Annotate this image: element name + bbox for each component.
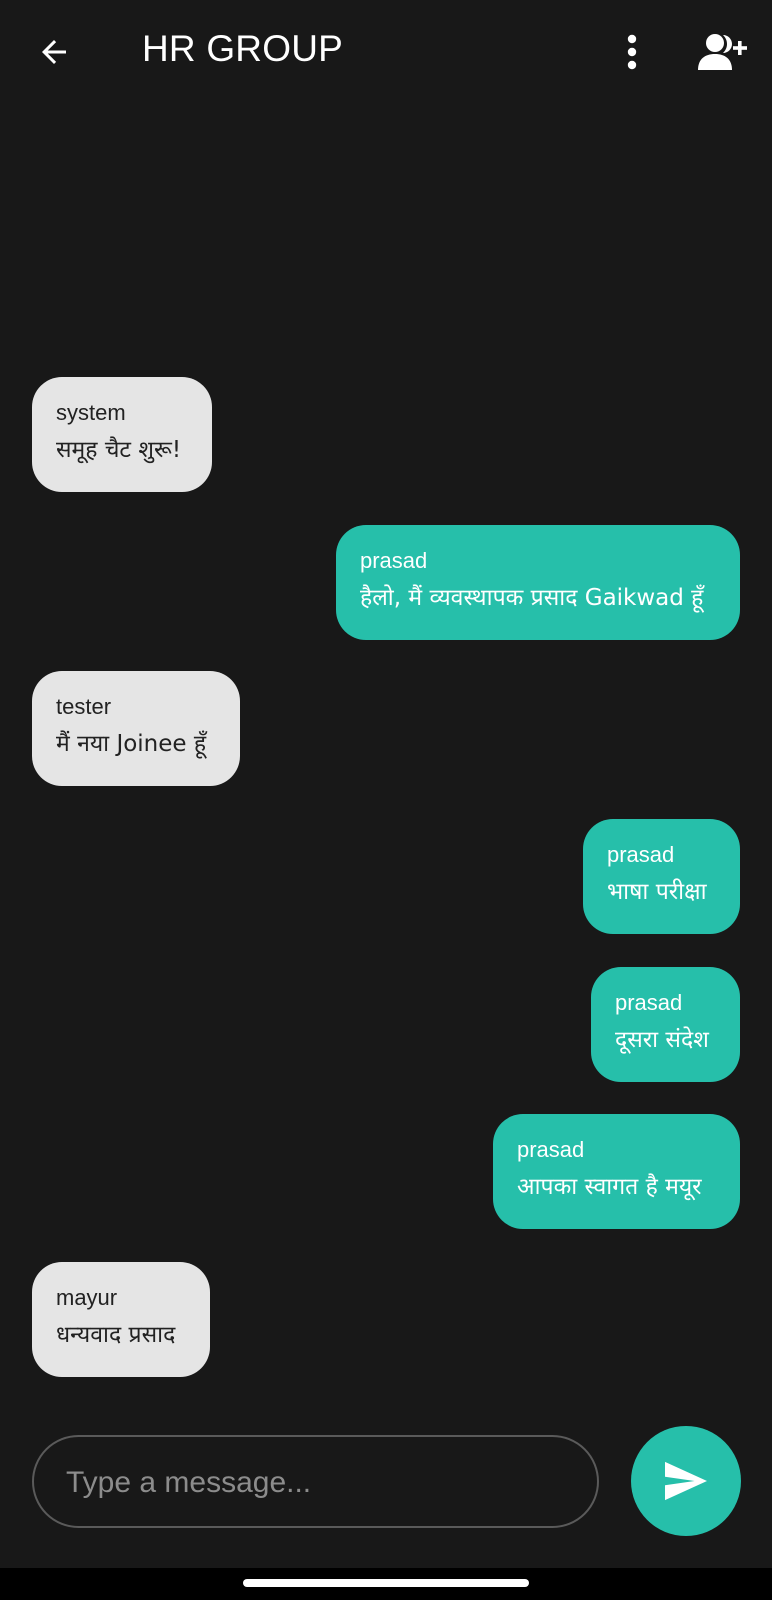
message-sender: system [56, 400, 126, 425]
message-bubble-incoming[interactable]: tester मैं नया Joinee हूँ [32, 671, 240, 786]
message-bubble-incoming[interactable]: mayur धन्यवाद प्रसाद [32, 1262, 210, 1377]
message-sender: prasad [517, 1137, 585, 1162]
chat-screen: HR GROUP system समूह चैट शुरू! prasad है… [0, 0, 772, 1600]
send-button[interactable] [631, 1426, 741, 1536]
message-bubble-outgoing[interactable]: prasad हैलो, मैं व्यवस्थापक प्रसाद Gaikw… [336, 525, 740, 640]
add-member-button[interactable] [696, 30, 750, 74]
system-navigation-bar [0, 1568, 772, 1600]
message-text: धन्यवाद प्रसाद [56, 1322, 176, 1348]
message-bubble-outgoing[interactable]: prasad दूसरा संदेश [591, 967, 740, 1082]
message-sender: tester [56, 694, 112, 719]
more-vertical-icon [627, 34, 637, 70]
message-composer [32, 1435, 599, 1528]
page-title: HR GROUP [142, 28, 343, 69]
add-person-icon [698, 34, 747, 70]
message-bubble-outgoing[interactable]: prasad भाषा परीक्षा [583, 819, 740, 934]
message-text: हैलो, मैं व्यवस्थापक प्रसाद Gaikwad हूँ [360, 585, 704, 611]
back-button[interactable] [32, 30, 76, 74]
message-bubble-incoming[interactable]: system समूह चैट शुरू! [32, 377, 212, 492]
message-sender: prasad [615, 990, 683, 1015]
app-bar: HR GROUP [0, 0, 772, 104]
home-indicator[interactable] [243, 1579, 529, 1587]
message-bubble-outgoing[interactable]: prasad आपका स्वागत है मयूर [493, 1114, 740, 1229]
more-options-button[interactable] [610, 30, 654, 74]
message-text: समूह चैट शुरू! [56, 437, 182, 463]
message-sender: prasad [607, 842, 675, 867]
message-sender: mayur [56, 1285, 118, 1310]
send-icon [665, 1461, 707, 1501]
arrow-back-icon [42, 40, 66, 64]
message-text: मैं नया Joinee हूँ [56, 731, 207, 757]
message-input[interactable] [64, 1437, 568, 1528]
message-text: भाषा परीक्षा [607, 879, 707, 905]
message-text: दूसरा संदेश [615, 1027, 709, 1053]
message-text: आपका स्वागत है मयूर [517, 1174, 702, 1200]
message-sender: prasad [360, 548, 428, 573]
